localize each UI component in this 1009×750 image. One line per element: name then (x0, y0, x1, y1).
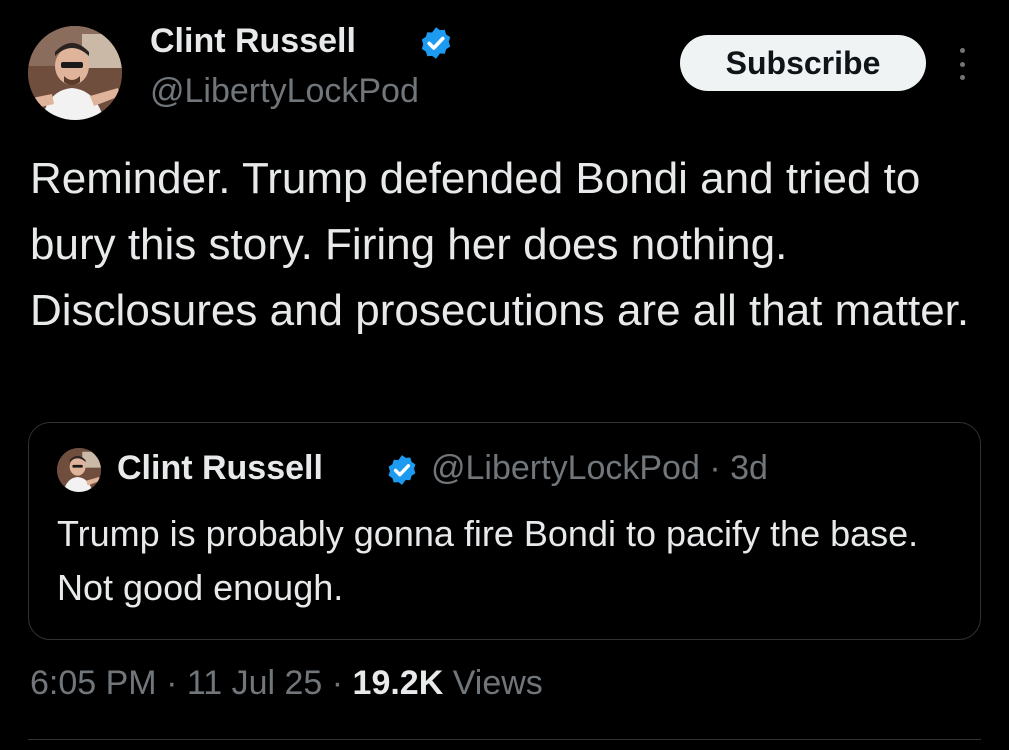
tweet-text: Reminder. Trump defended Bondi and tried… (30, 154, 970, 335)
quote-meta: @LibertyLockPod · 3d (431, 449, 768, 488)
verified-badge-icon (421, 27, 451, 59)
author-handle[interactable]: @LibertyLockPod (150, 72, 419, 111)
tweet: Clint Russell @LibertyLockPod Subscribe … (0, 0, 1009, 750)
tweet-meta: 6:05 PM · 11 Jul 25 · 19.2K Views (30, 664, 543, 703)
tweet-time[interactable]: 6:05 PM (30, 664, 157, 702)
quote-age: 3d (730, 449, 768, 487)
verified-badge-icon (388, 455, 416, 485)
quote-author-handle: @LibertyLockPod (431, 449, 700, 487)
quoted-tweet-card[interactable]: Clint Russell @LibertyLockPod · 3d Trump… (28, 422, 981, 640)
meta-separator: · (156, 664, 187, 702)
more-dot (959, 61, 965, 67)
quote-text: Trump is probably gonna fire Bondi to pa… (57, 513, 919, 608)
subscribe-button[interactable]: Subscribe (680, 35, 926, 91)
divider (28, 739, 981, 740)
more-dot (959, 75, 965, 80)
tweet-date[interactable]: 11 Jul 25 (187, 664, 322, 702)
more-dot (959, 48, 965, 53)
meta-separator: · (322, 664, 353, 702)
quote-separator: · (699, 449, 731, 487)
more-vertical-icon[interactable] (945, 44, 979, 84)
avatar-photo (28, 26, 122, 120)
quote-author-name: Clint Russell (117, 449, 323, 487)
author-name[interactable]: Clint Russell (150, 22, 356, 61)
quote-avatar-photo (57, 448, 101, 492)
quote-avatar[interactable] (57, 448, 101, 492)
views-label: Views (443, 664, 543, 702)
avatar[interactable] (28, 26, 122, 120)
views-count[interactable]: 19.2K (353, 664, 444, 702)
